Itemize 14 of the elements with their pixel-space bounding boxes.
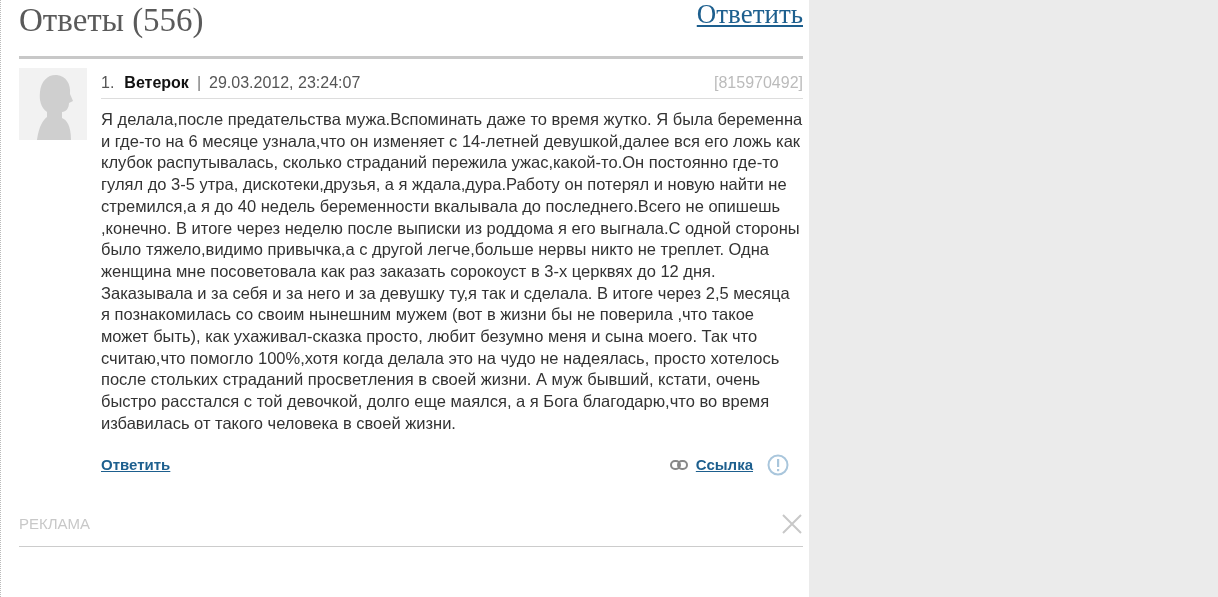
- reply-link[interactable]: Ответить: [101, 456, 171, 474]
- post-date: 29.03.2012, 23:24:07: [209, 74, 361, 92]
- chain-icon: [669, 459, 688, 470]
- close-icon[interactable]: [781, 512, 803, 535]
- link-link[interactable]: Ссылка: [695, 456, 753, 474]
- report-icon[interactable]: [767, 453, 789, 476]
- separator: |: [196, 74, 202, 92]
- answer-id: [815970492]: [714, 74, 803, 92]
- answer-number: 1.: [101, 74, 115, 92]
- section-title: Ответы (556): [19, 2, 204, 39]
- author-name: Ветерок: [124, 74, 189, 92]
- avatar-icon: [19, 68, 87, 140]
- answer-text: Я делала,после предательства мужа.Вспоминать даже то время жутко. Я была беременна и где-то на 6 месяце узнала,что он изменяет с 14-летней девушкой,далее вся его ложь как клубок распутывалась, сколько страданий пережила ужас,какой-то.Он постоянно где-то гулял до 3-5 утра, дискотеки,друзья, а я ждала,дура.Работу он потерял и новую найти не стремился,а я до 40 недель беременности вкалывала до последнего.Всего не опишешь ,конечно. В итоге через неделю после выписки из роддома я его выгнала.С одной стороны было тяжело,видимо привычка,а с другой легче,больше нервы никто не треплет. Одна женщина мне посоветовала как раз заказать сорокоуст в 3-х церквях до 12 дня. Заказывала и за себя и за него и за девушку ту,я так и сделала. В итоге через 2,5 месяца я познакомилась со своим нынешним мужем (вот в жизни бы не поверила ,что такое может быть), как ухаживал-сказка просто, любит безумно меня и сына моего. Так что считаю,что помогло 100%,хотя когда делала это на чудо не надеялась, просто хотелось после стольких страданий просветления в своей жизни. А муж бывший, кстати, очень быстро расстался с той девочкой, долго еще маялся, а я Бога благодарю,что во время избавилась от такого человека в своей жизни.: [101, 109, 803, 434]
- reply-link[interactable]: Ответить: [696, 0, 803, 30]
